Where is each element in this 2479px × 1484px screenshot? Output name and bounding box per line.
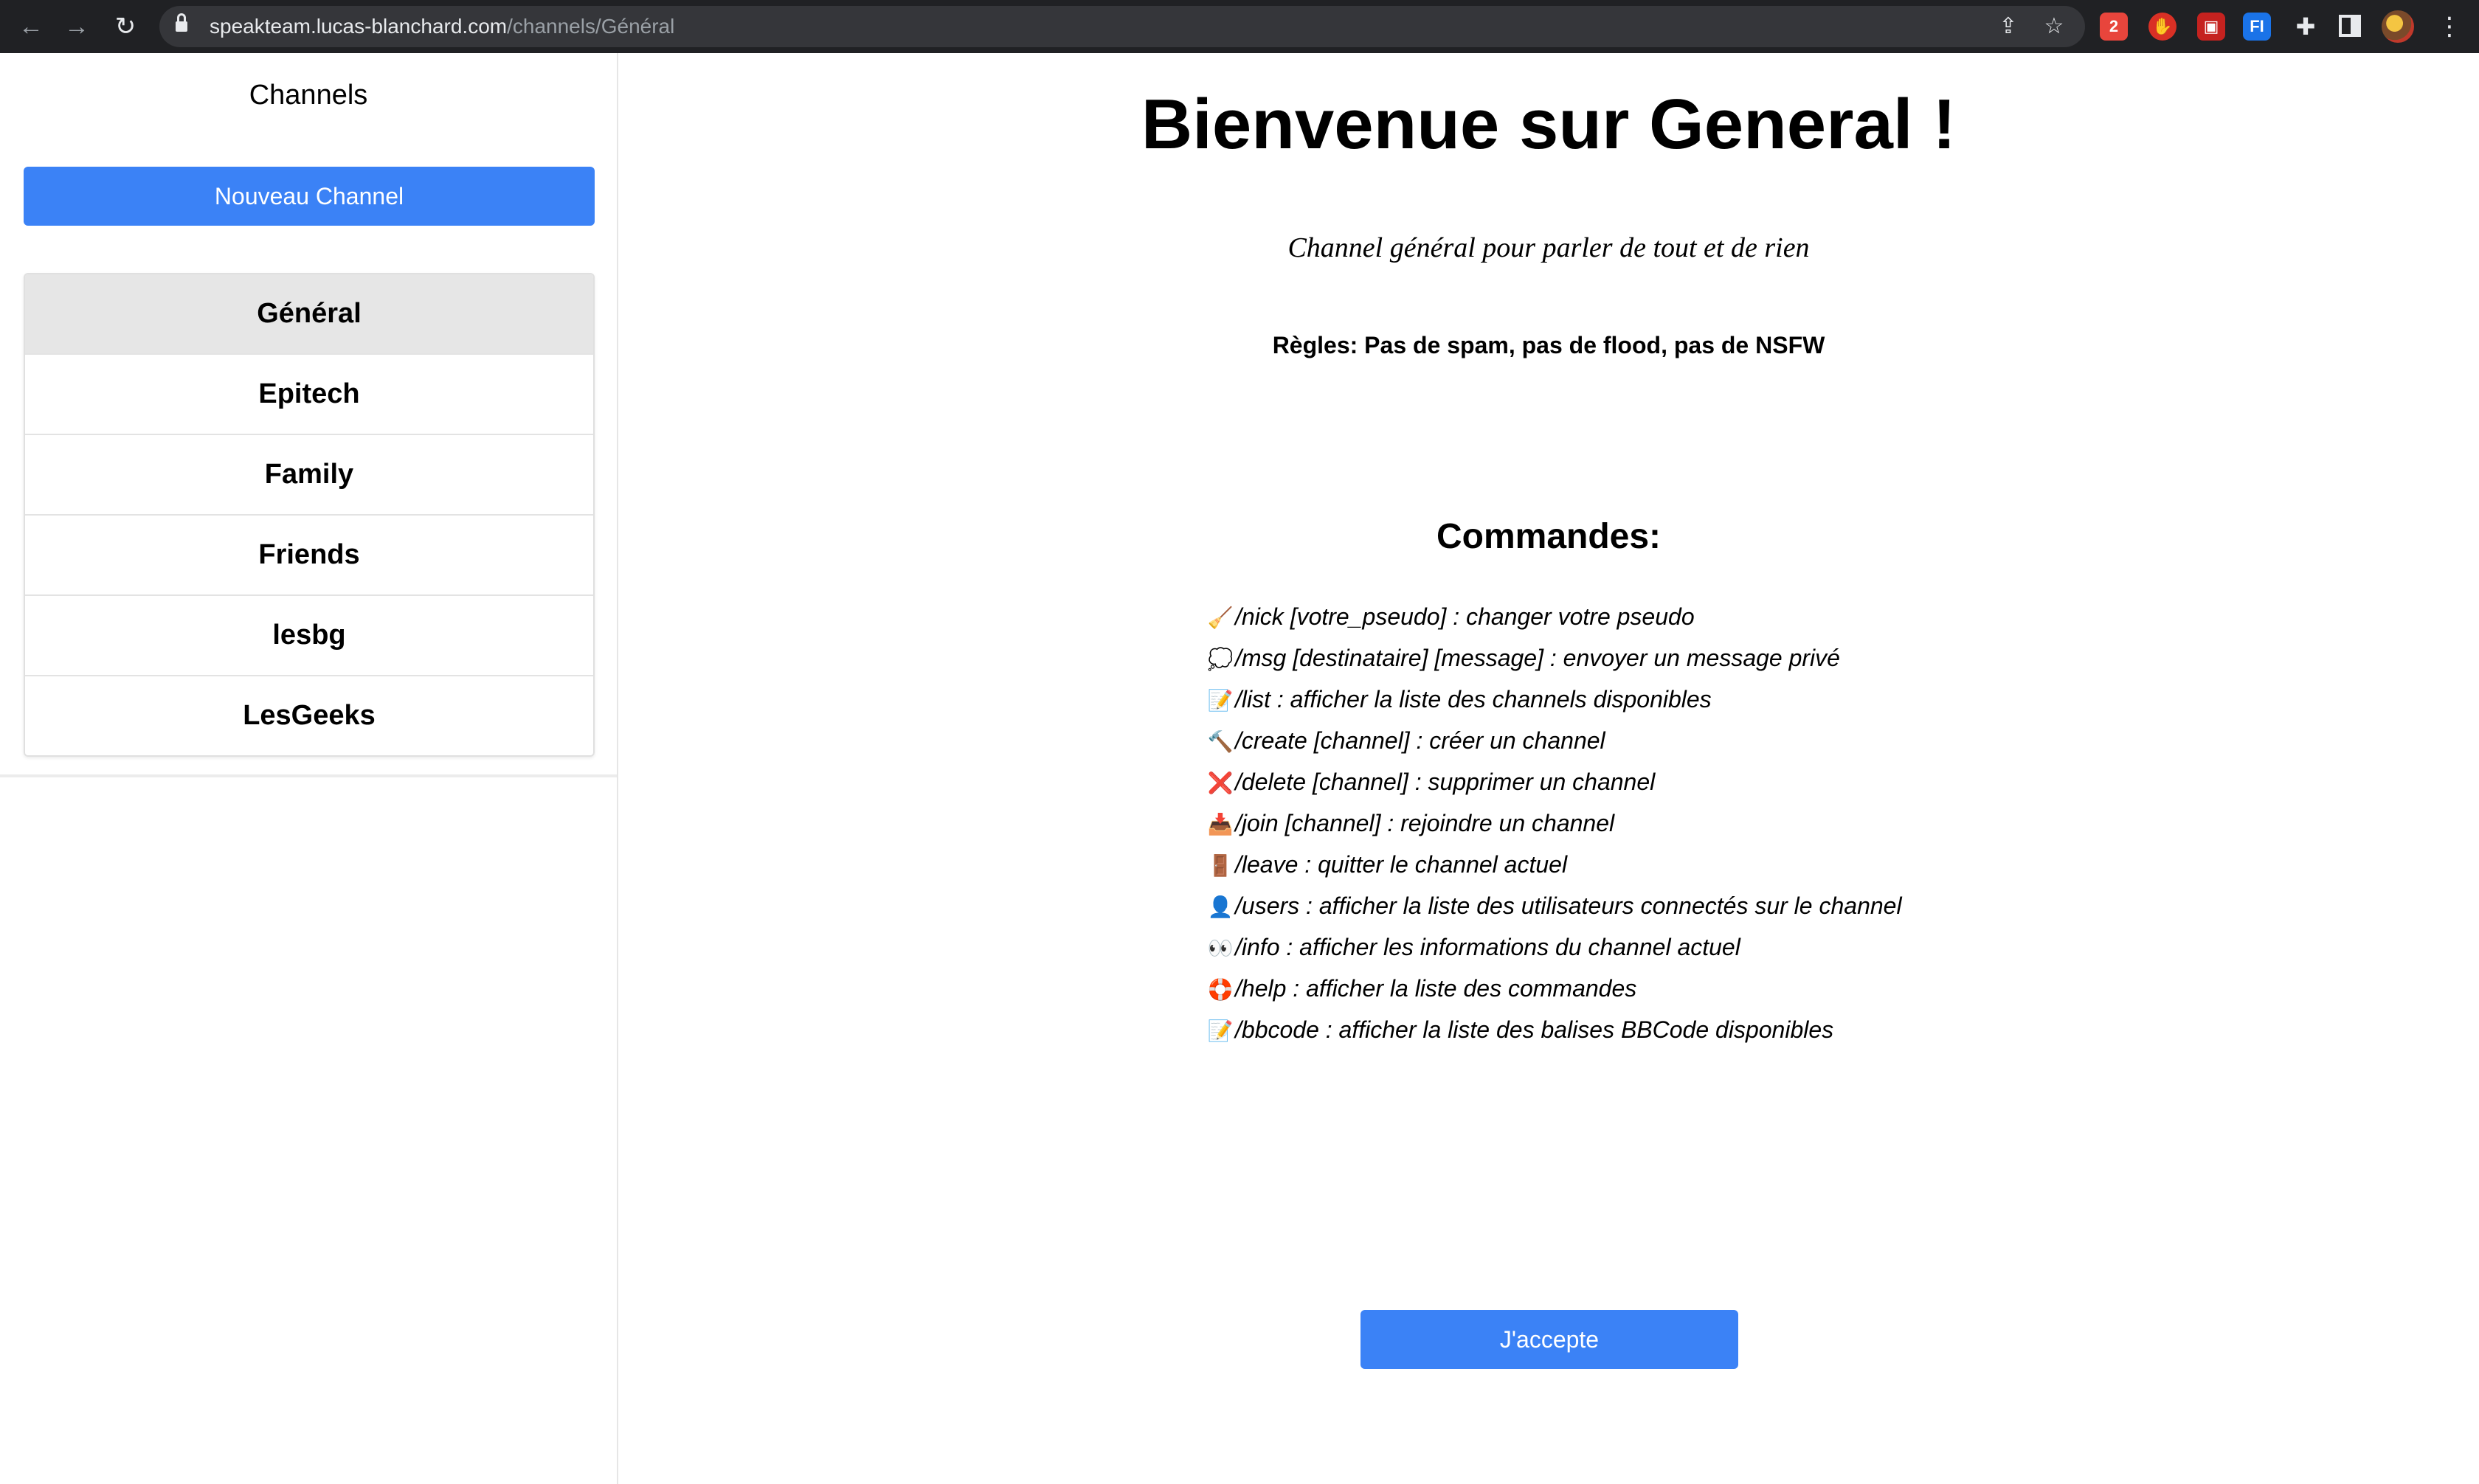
share-icon[interactable]: ⇪: [1996, 15, 2020, 38]
channel-rules: Règles: Pas de spam, pas de flood, pas d…: [1272, 332, 1825, 358]
channel-item-lesbg[interactable]: lesbg: [25, 596, 593, 676]
url-text[interactable]: speakteam.lucas-blanchard.com/channels/G…: [210, 6, 674, 47]
channel-item-lesgeeks[interactable]: LesGeeks: [25, 676, 593, 755]
command-text: /leave : quitter le channel actuel: [1235, 851, 1568, 878]
speech-bubble-icon: 💭: [1207, 648, 1234, 670]
channel-item-friends[interactable]: Friends: [25, 516, 593, 596]
channel-welcome-panel: Bienvenue sur General ! Channel général …: [618, 53, 2479, 1484]
command-text: /create [channel] : créer un channel: [1235, 727, 1605, 754]
browser-toolbar: ← → ↻ speakteam.lucas-blanchard.com/chan…: [0, 0, 2479, 53]
command-text: /nick [votre_pseudo] : changer votre pse…: [1235, 603, 1695, 630]
command-text: /delete [channel] : supprimer un channel: [1235, 769, 1656, 795]
lock-icon[interactable]: [176, 13, 187, 32]
door-icon: 🚪: [1207, 854, 1234, 877]
sidebar-title: Channels: [249, 80, 368, 111]
channel-item-epitech[interactable]: Epitech: [25, 355, 593, 435]
list-item: ❌/delete [channel] : supprimer un channe…: [1207, 761, 1902, 802]
profile-avatar[interactable]: [2382, 10, 2414, 43]
command-text: /join [channel] : rejoindre un channel: [1235, 810, 1615, 836]
user-silhouette-icon: 👤: [1207, 895, 1234, 918]
hammer-icon: 🔨: [1207, 730, 1234, 753]
sidebar-divider: [0, 774, 617, 777]
list-item: 📝/list : afficher la liste des channels …: [1207, 679, 1902, 720]
extension-red-square-icon[interactable]: ▣: [2197, 13, 2225, 41]
channels-sidebar: Channels Nouveau Channel Général Epitech…: [0, 53, 618, 1484]
list-item: 🚪/leave : quitter le channel actuel: [1207, 844, 1902, 885]
command-text: /list : afficher la liste des channels d…: [1235, 686, 1712, 712]
page-title: Bienvenue sur General !: [1141, 85, 1957, 164]
lifebuoy-icon: 🛟: [1207, 978, 1234, 1001]
list-item: 👤/users : afficher la liste des utilisat…: [1207, 885, 1902, 926]
eyes-icon: 👀: [1207, 937, 1234, 960]
url-path: /channels/Général: [507, 15, 675, 38]
cross-mark-icon: ❌: [1207, 772, 1234, 794]
new-channel-button[interactable]: Nouveau Channel: [24, 167, 595, 226]
broom-icon: 🧹: [1207, 606, 1234, 629]
command-text: /help : afficher la liste des commandes: [1235, 975, 1637, 1002]
memo-icon: 📝: [1207, 689, 1234, 712]
kebab-menu-icon[interactable]: ⋮: [2435, 10, 2464, 43]
list-item: 🛟/help : afficher la liste des commandes: [1207, 968, 1902, 1009]
back-arrow-icon[interactable]: ←: [16, 12, 46, 41]
list-item: 🧹/nick [votre_pseudo] : changer votre ps…: [1207, 596, 1902, 637]
memo-icon: 📝: [1207, 1019, 1234, 1042]
list-item: 🔨/create [channel] : créer un channel: [1207, 720, 1902, 761]
address-bar[interactable]: speakteam.lucas-blanchard.com/channels/G…: [159, 6, 2085, 47]
commands-heading: Commandes:: [1436, 517, 1662, 556]
side-panel-icon[interactable]: [2339, 15, 2361, 37]
extension-fi-icon[interactable]: FI: [2243, 13, 2271, 41]
command-text: /bbcode : afficher la liste des balises …: [1235, 1016, 1834, 1043]
accept-button[interactable]: J'accepte: [1360, 1310, 1738, 1369]
channel-item-general[interactable]: Général: [25, 274, 593, 355]
channel-description: Channel général pour parler de tout et d…: [1287, 232, 1810, 263]
channel-item-family[interactable]: Family: [25, 435, 593, 516]
adblock-hand-icon[interactable]: ✋: [2148, 13, 2177, 41]
bookmark-star-icon[interactable]: ☆: [2042, 15, 2066, 38]
list-item: 👀/info : afficher les informations du ch…: [1207, 926, 1902, 968]
puzzle-extensions-icon[interactable]: ✚: [2292, 13, 2320, 41]
list-item: 📝/bbcode : afficher la liste des balises…: [1207, 1009, 1902, 1050]
reload-icon[interactable]: ↻: [111, 12, 140, 41]
command-text: /msg [destinataire] [message] : envoyer …: [1235, 645, 1840, 671]
extension-red-icon[interactable]: 2: [2100, 13, 2128, 41]
list-item: 💭/msg [destinataire] [message] : envoyer…: [1207, 637, 1902, 679]
url-host: speakteam.lucas-blanchard.com: [210, 15, 508, 38]
command-text: /users : afficher la liste des utilisate…: [1235, 892, 1902, 919]
command-list: 🧹/nick [votre_pseudo] : changer votre ps…: [1207, 596, 1902, 1050]
inbox-tray-icon: 📥: [1207, 813, 1234, 836]
channel-list: Général Epitech Family Friends lesbg Les…: [24, 273, 595, 757]
command-text: /info : afficher les informations du cha…: [1235, 934, 1740, 960]
list-item: 📥/join [channel] : rejoindre un channel: [1207, 802, 1902, 844]
forward-arrow-icon[interactable]: →: [62, 12, 91, 41]
